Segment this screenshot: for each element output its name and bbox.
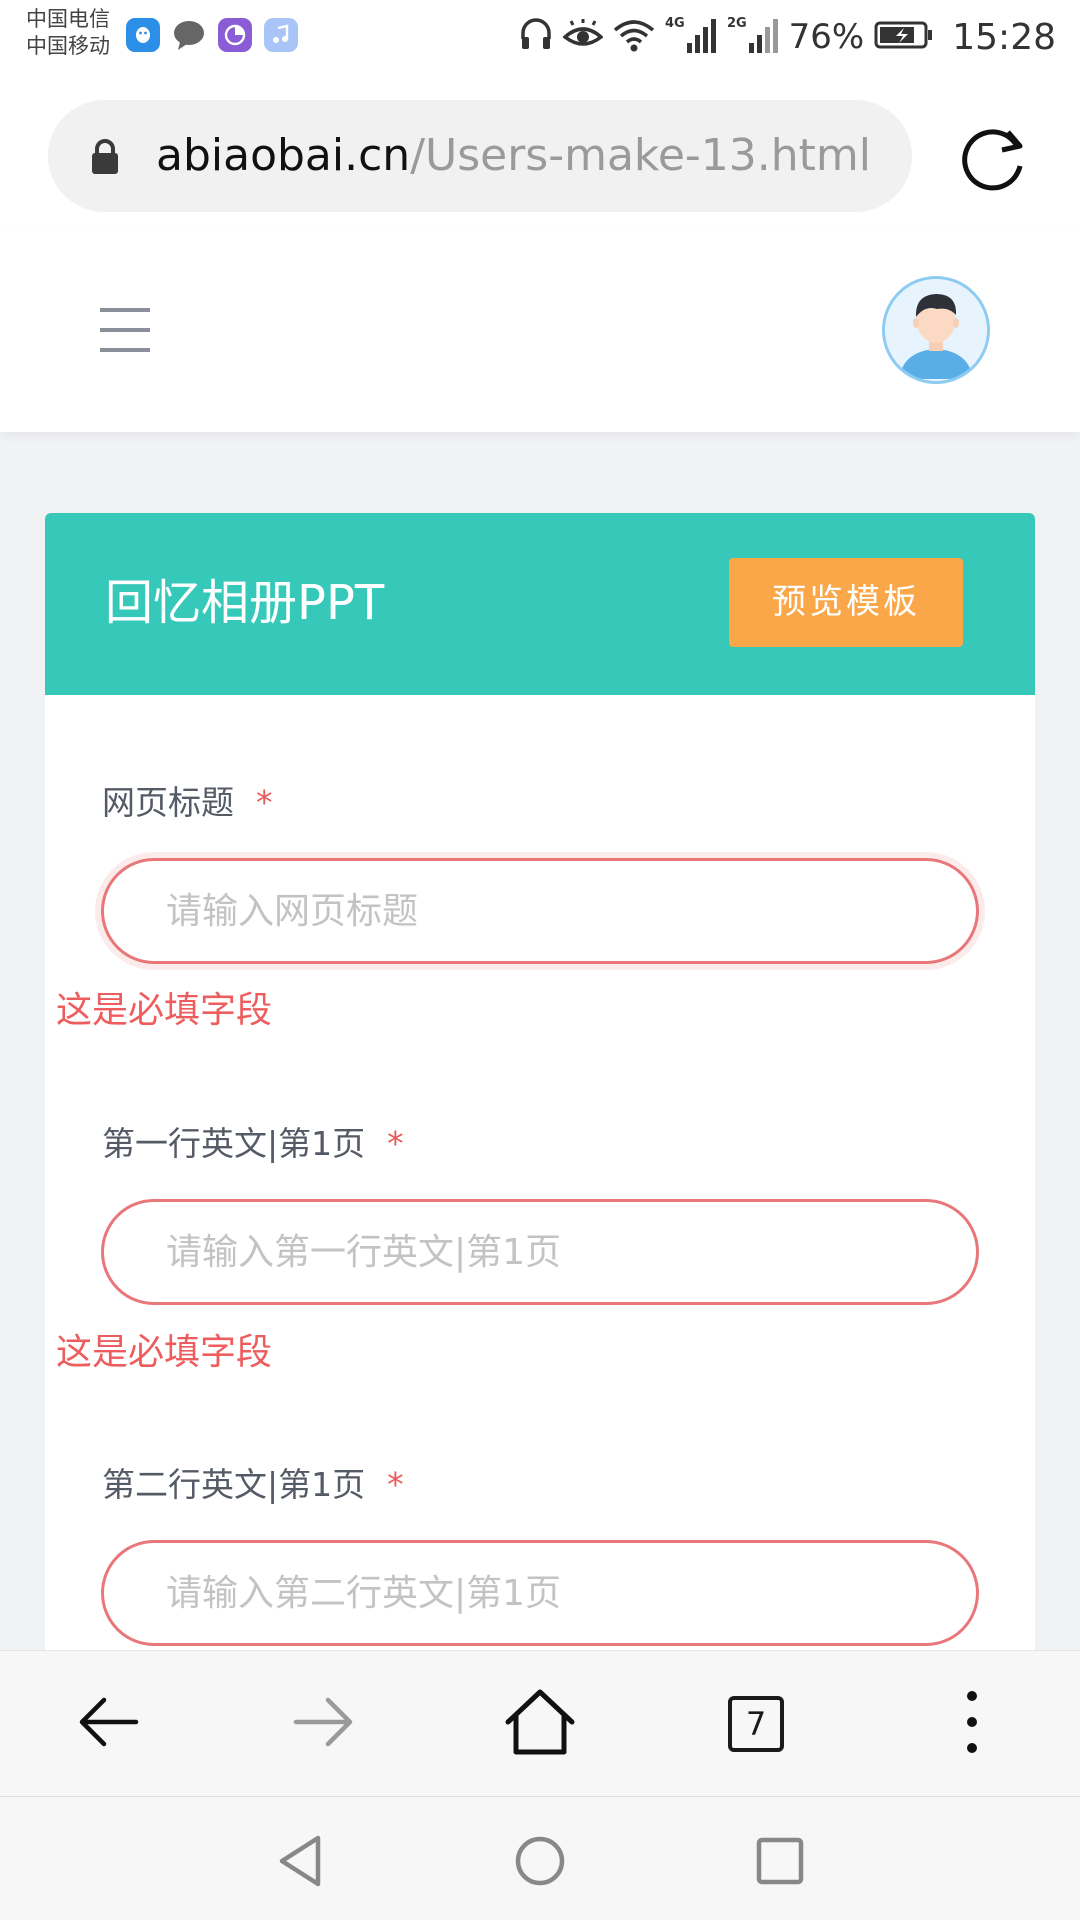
- svg-text:2G: 2G: [727, 16, 747, 31]
- chat-icon: [172, 18, 206, 52]
- qq-icon: [126, 18, 160, 52]
- music-app-icon: [264, 18, 298, 52]
- phone-screen: 中国电信 中国移动 4G 2G 76% 15:28 abiaobai.cn/Us…: [0, 0, 1080, 1920]
- forward-button[interactable]: [264, 1651, 384, 1797]
- sphere-app-icon: [218, 18, 252, 52]
- field-label-text: 网页标题: [102, 783, 234, 822]
- signal-2g-icon: 2G: [727, 15, 779, 59]
- tabs-button[interactable]: 7: [696, 1651, 816, 1797]
- nav-recents-icon: [756, 1837, 804, 1889]
- more-menu-icon: [966, 1690, 978, 1758]
- nav-back-icon: [276, 1834, 324, 1892]
- field-label-line2-english: 第二行英文|第1页 *: [102, 1461, 404, 1509]
- url-path: /Users-make-13.html: [410, 130, 871, 181]
- nav-back-button[interactable]: [260, 1823, 340, 1903]
- card-header: 回忆相册PPT 预览模板: [45, 513, 1035, 695]
- lock-icon: [90, 138, 120, 180]
- field-label-text: 第二行英文|第1页: [102, 1465, 366, 1504]
- nav-home-icon: [514, 1835, 566, 1891]
- line2-english-input[interactable]: [101, 1540, 979, 1646]
- system-navigation-bar: [0, 1796, 1080, 1920]
- status-bar: 中国电信 中国移动 4G 2G 76% 15:28: [0, 0, 1080, 80]
- field-label-text: 第一行英文|第1页: [102, 1124, 366, 1163]
- required-marker: *: [387, 1124, 404, 1163]
- forward-arrow-icon: [292, 1694, 356, 1754]
- line1-english-input[interactable]: [101, 1199, 979, 1305]
- carrier-2: 中国移动: [26, 34, 110, 58]
- hamburger-menu-icon[interactable]: [100, 306, 152, 358]
- avatar[interactable]: [882, 276, 990, 384]
- home-button[interactable]: [480, 1651, 600, 1797]
- svg-text:4G: 4G: [665, 16, 685, 31]
- template-form-card: 回忆相册PPT 预览模板 网页标题 * 这是必填字段 第一行英文|第1页 * 这是必…: [45, 513, 1035, 1713]
- field-label-line1-english: 第一行英文|第1页 *: [102, 1120, 404, 1168]
- preview-template-button[interactable]: 预览模板: [729, 558, 963, 647]
- nav-recents-button[interactable]: [740, 1823, 820, 1903]
- required-marker: *: [387, 1465, 404, 1504]
- browser-toolbar: 7: [0, 1650, 1080, 1796]
- home-icon: [504, 1688, 576, 1760]
- carrier-names: 中国电信 中国移动: [26, 6, 110, 60]
- notification-icons: [126, 18, 298, 52]
- system-status: 4G 2G 76% 15:28: [519, 12, 1056, 62]
- eye-comfort-icon: [561, 19, 604, 55]
- back-button[interactable]: [48, 1651, 168, 1797]
- reload-icon[interactable]: [958, 122, 1030, 198]
- url-text: abiaobai.cn/Users-make-13.html: [156, 124, 871, 188]
- page-title: 回忆相册PPT: [105, 575, 385, 631]
- back-arrow-icon: [76, 1694, 140, 1754]
- tabs-icon: 7: [728, 1696, 784, 1752]
- url-domain: abiaobai.cn: [156, 130, 411, 181]
- more-menu-button[interactable]: [912, 1651, 1032, 1797]
- battery-percent: 76%: [788, 17, 865, 57]
- battery-charging-icon: [874, 20, 934, 54]
- field-error-line1-english: 这是必填字段: [56, 1332, 273, 1373]
- nav-home-button[interactable]: [500, 1823, 580, 1903]
- page-title-input[interactable]: [101, 858, 979, 964]
- field-error-page-title: 这是必填字段: [56, 990, 273, 1031]
- signal-4g-icon: 4G: [665, 15, 717, 59]
- carrier-1: 中国电信: [26, 7, 110, 31]
- headphones-icon: [519, 17, 553, 57]
- url-field[interactable]: abiaobai.cn/Users-make-13.html: [48, 100, 912, 212]
- browser-address-bar: abiaobai.cn/Users-make-13.html: [0, 80, 1080, 230]
- wifi-icon: [613, 18, 655, 56]
- clock: 15:28: [952, 16, 1056, 58]
- site-header: [0, 230, 1080, 432]
- field-label-page-title: 网页标题 *: [102, 779, 273, 827]
- required-marker: *: [256, 783, 273, 822]
